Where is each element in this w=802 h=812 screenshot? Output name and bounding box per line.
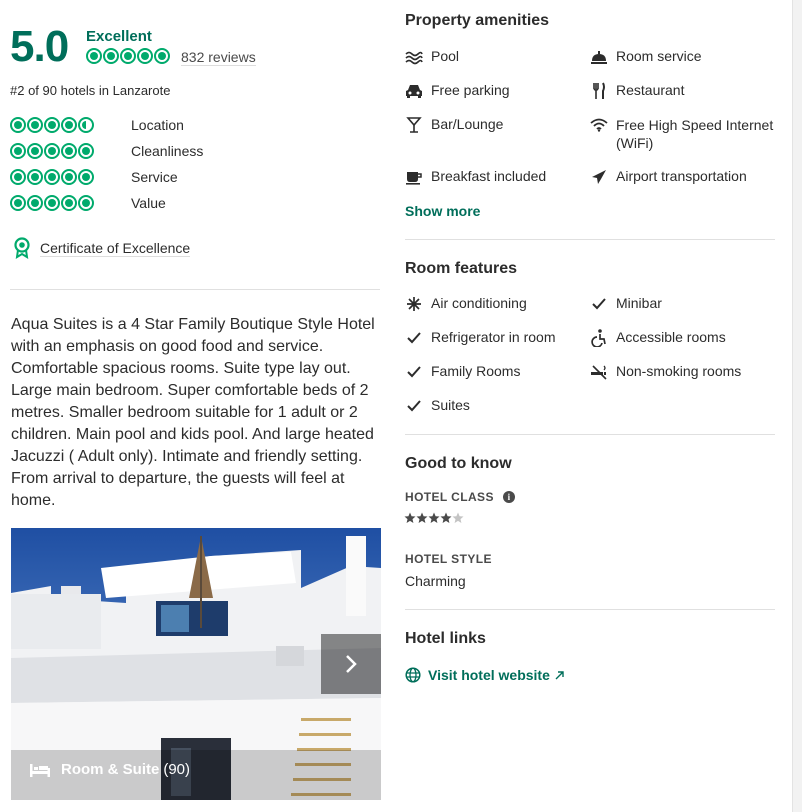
room-feature-item: Non-smoking rooms <box>590 363 780 381</box>
bed-icon <box>30 763 50 777</box>
amenity-item: Airport transportation <box>590 168 780 186</box>
visit-hotel-website-label: Visit hotel website <box>428 667 550 683</box>
room-features-title: Room features <box>405 260 518 277</box>
divider <box>405 239 775 240</box>
award-icon <box>12 237 32 259</box>
amenity-item: Breakfast included <box>405 168 580 186</box>
sub-rating-row: Cleanliness <box>10 138 203 164</box>
divider <box>405 609 775 610</box>
check-icon <box>405 397 423 415</box>
hotel-class-stars <box>404 512 464 524</box>
cleanliness-bubbles <box>10 143 131 159</box>
bubble-icon <box>103 48 119 64</box>
room-feature-item: Accessible rooms <box>590 329 780 347</box>
room-feature-item: Family Rooms <box>405 363 580 381</box>
show-more-link[interactable]: Show more <box>405 203 480 219</box>
amenity-item: Free High Speed Internet (WiFi) <box>590 116 780 152</box>
hotel-links-title: Hotel links <box>405 630 486 647</box>
check-icon <box>405 329 423 347</box>
globe-icon <box>405 667 421 683</box>
hotel-class-row: HOTEL CLASS i <box>405 490 515 504</box>
service-bubbles <box>10 169 131 185</box>
hotel-rank[interactable]: #2 of 90 hotels in Lanzarote <box>10 83 170 98</box>
sub-rating-label: Service <box>131 169 178 185</box>
room-feature-item: Suites <box>405 397 580 415</box>
sub-rating-row: Value <box>10 190 203 216</box>
plane-icon <box>590 168 608 186</box>
sub-rating-label: Location <box>131 117 184 133</box>
sub-rating-row: Service <box>10 164 203 190</box>
amenity-item: Bar/Lounge <box>405 116 580 134</box>
rating-score: 5.0 <box>10 22 69 71</box>
divider <box>10 289 380 290</box>
reviews-link[interactable]: 832 reviews <box>181 49 256 66</box>
bubble-icon <box>120 48 136 64</box>
car-icon <box>405 82 423 100</box>
star-empty-icon <box>452 512 464 523</box>
hotel-description: Aqua Suites is a 4 Star Family Boutique … <box>11 316 375 509</box>
star-icon <box>404 512 416 523</box>
sub-rating-row: Location <box>10 112 203 138</box>
scrollbar-track[interactable] <box>792 0 802 812</box>
bubble-icon <box>154 48 170 64</box>
hotel-style-label: HOTEL STYLE <box>405 552 492 566</box>
photo-caption[interactable]: Room & Suite (90) <box>29 761 190 778</box>
info-icon[interactable]: i <box>502 491 515 503</box>
room-feature-item: Air conditioning <box>405 295 580 313</box>
amenity-item: Restaurant <box>590 82 780 100</box>
room-service-icon <box>590 48 608 66</box>
no-smoking-icon <box>590 363 608 381</box>
external-link-icon <box>555 670 564 680</box>
snowflake-icon <box>405 295 423 313</box>
hotel-photo[interactable]: Room & Suite (90) <box>11 528 381 800</box>
amenities-title: Property amenities <box>405 12 550 29</box>
rating-label: Excellent <box>86 28 152 45</box>
chevron-right-icon <box>346 655 357 673</box>
hotel-class-label: HOTEL CLASS <box>405 490 494 504</box>
room-feature-item: Minibar <box>590 295 780 313</box>
caption-count: (90) <box>163 761 191 778</box>
wifi-icon <box>590 116 608 134</box>
amenity-item: Pool <box>405 48 580 66</box>
certificate-label: Certificate of Excellence <box>40 239 191 257</box>
bubble-icon <box>137 48 153 64</box>
next-photo-button[interactable] <box>321 634 381 694</box>
amenity-item: Room service <box>590 48 780 66</box>
bubble-icon <box>86 48 102 64</box>
location-bubbles <box>10 117 131 133</box>
sub-ratings: Location Cleanliness Service Value <box>10 112 203 216</box>
good-to-know-title: Good to know <box>405 455 512 472</box>
check-icon <box>590 295 608 313</box>
caption-label: Room & Suite <box>61 761 160 778</box>
certificate-of-excellence[interactable]: Certificate of Excellence <box>12 237 191 259</box>
overall-bubble-rating <box>86 48 170 64</box>
amenity-item: Free parking <box>405 82 580 100</box>
cocktail-icon <box>405 116 423 134</box>
restaurant-icon <box>590 82 608 100</box>
room-feature-item: Refrigerator in room <box>405 329 580 347</box>
wheelchair-icon <box>590 329 608 347</box>
sub-rating-label: Cleanliness <box>131 143 204 159</box>
star-icon <box>440 512 452 523</box>
value-bubbles <box>10 195 131 211</box>
coffee-icon <box>405 168 423 186</box>
hotel-style-value: Charming <box>405 573 466 589</box>
visit-hotel-website-link[interactable]: Visit hotel website <box>405 667 564 683</box>
sub-rating-label: Value <box>131 195 166 211</box>
pool-icon <box>405 48 423 66</box>
star-icon <box>428 512 440 523</box>
divider <box>405 434 775 435</box>
star-icon <box>416 512 428 523</box>
check-icon <box>405 363 423 381</box>
